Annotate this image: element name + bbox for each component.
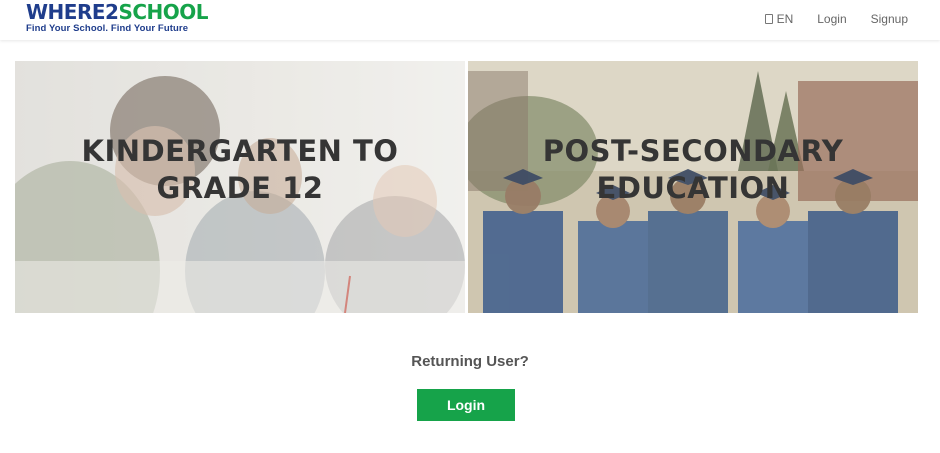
nav-login-link[interactable]: Login <box>793 12 846 26</box>
returning-user-prompt: Returning User? <box>411 353 529 370</box>
globe-icon <box>764 14 773 24</box>
logo-wordmark: WHERE2SCHOOL <box>26 0 209 24</box>
nav-signup-link[interactable]: Signup <box>847 12 908 26</box>
login-button[interactable]: Login <box>417 389 515 421</box>
language-selector[interactable]: EN <box>741 12 794 26</box>
k12-title: KINDERGARTEN TO GRADE 12 <box>81 134 399 205</box>
logo-where: WHERE <box>26 0 106 24</box>
logo-school: SCHOOL <box>118 0 209 24</box>
k12-panel[interactable]: KINDERGARTEN TO GRADE 12 <box>15 61 465 313</box>
top-nav: EN Login Signup <box>741 12 908 26</box>
post-secondary-title: POST-SECONDARY EDUCATION <box>542 134 844 205</box>
site-logo[interactable]: WHERE2SCHOOL Find Your School. Find Your… <box>26 0 209 34</box>
header: WHERE2SCHOOL Find Your School. Find Your… <box>0 0 940 40</box>
post-secondary-panel[interactable]: POST-SECONDARY EDUCATION <box>468 61 918 313</box>
logo-two: 2 <box>105 0 119 24</box>
logo-tagline: Find Your School. Find Your Future <box>26 23 189 34</box>
language-label: EN <box>776 12 794 26</box>
